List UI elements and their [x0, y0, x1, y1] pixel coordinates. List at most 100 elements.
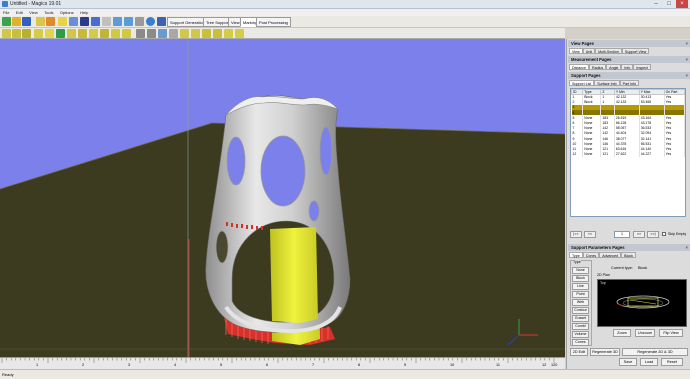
flip-view-button[interactable]: Flip View — [659, 329, 683, 337]
type-volume-button[interactable]: Volume — [572, 331, 589, 338]
tab-type[interactable]: Type — [569, 252, 583, 258]
support-tool-icon[interactable] — [158, 29, 167, 38]
2d-edit-button[interactable]: 2D Edit — [570, 348, 588, 356]
tab-cones[interactable]: Cones — [582, 252, 600, 258]
tab-surface-info[interactable]: Surface Info — [594, 80, 620, 86]
measure-icon[interactable] — [135, 17, 144, 26]
help-icon[interactable] — [146, 17, 155, 26]
type-cones-button[interactable]: Cones — [572, 339, 589, 346]
menu-view[interactable]: View — [29, 9, 38, 16]
support-tool-icon[interactable] — [89, 29, 98, 38]
menu-file[interactable]: File — [3, 9, 9, 16]
zoom-icon[interactable] — [102, 17, 111, 26]
support-tool-icon[interactable] — [22, 29, 31, 38]
last-page-button[interactable]: >>| — [647, 231, 659, 238]
tab-advanced[interactable]: Advanced — [599, 252, 622, 258]
zoom-out-icon[interactable] — [124, 17, 133, 26]
tab-view-pages-support-view[interactable]: Support View — [621, 48, 650, 54]
type-line-button[interactable]: Line — [572, 283, 589, 290]
regenerate-2d-3d-button[interactable]: Regenerate 2D & 3D — [622, 348, 688, 356]
support-tool-icon[interactable] — [34, 29, 43, 38]
tab-support-list[interactable]: Support List — [569, 80, 595, 86]
support-tool-icon[interactable] — [235, 29, 244, 38]
zoom-in-icon[interactable] — [113, 17, 122, 26]
view-pages-header[interactable]: View Pages × — [568, 40, 690, 47]
type-block-button[interactable]: Block — [572, 275, 589, 282]
close-icon[interactable]: × — [686, 40, 688, 47]
type-combi-button[interactable]: Combi — [572, 323, 589, 330]
close-button[interactable]: × — [676, 0, 688, 8]
skip-empty-checkbox[interactable] — [662, 232, 666, 236]
tab-support-generation[interactable]: Support Generation — [167, 17, 208, 27]
undo-icon[interactable] — [58, 17, 67, 26]
type-contour-button[interactable]: Contour — [572, 307, 589, 314]
support-tool-icon[interactable] — [136, 29, 145, 38]
view-icon[interactable] — [157, 17, 166, 26]
load-button[interactable]: Load — [640, 358, 658, 366]
tab-distance[interactable]: Distance — [569, 64, 589, 70]
close-icon[interactable]: × — [686, 72, 688, 79]
support-tool-icon[interactable] — [2, 29, 11, 38]
3d-viewport[interactable] — [0, 39, 565, 357]
menu-edit[interactable]: Edit — [16, 9, 23, 16]
new-file-icon[interactable] — [2, 17, 11, 26]
menu-tools[interactable]: Tools — [44, 9, 53, 16]
tab-radius[interactable]: Radius — [588, 64, 607, 70]
tab-inspect[interactable]: Inspect — [633, 64, 651, 70]
support-tool-icon[interactable] — [67, 29, 76, 38]
support-tool-icon[interactable] — [78, 29, 87, 38]
support-tool-icon[interactable] — [111, 29, 120, 38]
maximize-button[interactable]: □ — [663, 0, 675, 8]
support-tool-icon[interactable] — [122, 29, 131, 38]
export-icon[interactable] — [46, 17, 55, 26]
support-tool-icon[interactable] — [12, 29, 21, 38]
support-tool-icon[interactable] — [224, 29, 233, 38]
type-point-button[interactable]: Point — [572, 291, 589, 298]
support-list-table[interactable]: ID Type Z Y Min Y Max On Part 1 Block 1 42.132 30… — [570, 88, 686, 217]
2d-plan-preview[interactable]: Top — [597, 279, 687, 327]
support-tool-icon[interactable] — [56, 29, 65, 38]
close-icon[interactable]: × — [686, 244, 688, 251]
reset-button[interactable]: Reset — [661, 358, 683, 366]
rotate-view-icon[interactable] — [80, 17, 89, 26]
support-pages-header[interactable]: Support Pages × — [568, 72, 690, 79]
first-page-button[interactable]: |<< — [570, 231, 582, 238]
page-input[interactable]: 1 — [614, 231, 630, 238]
close-icon[interactable]: × — [686, 56, 688, 63]
table-row[interactable]: 12 None 121 27.622 44.227 Yes — [571, 151, 685, 157]
type-web-button[interactable]: Web — [572, 299, 589, 306]
minimize-button[interactable]: – — [650, 0, 662, 8]
tab-info[interactable]: Info — [621, 64, 634, 70]
open-file-icon[interactable] — [12, 17, 21, 26]
import-icon[interactable] — [36, 17, 45, 26]
support-tool-icon[interactable] — [45, 29, 54, 38]
type-gusset-button[interactable]: Gusset — [572, 315, 589, 322]
tab-post-processing[interactable]: Post Processing — [256, 17, 291, 27]
support-tool-icon[interactable] — [147, 29, 156, 38]
tab-view-pages-unit[interactable]: Unit — [582, 48, 596, 54]
save-button[interactable]: Save — [619, 358, 637, 366]
unzoom-button[interactable]: Unzoom — [635, 329, 655, 337]
select-icon[interactable] — [69, 17, 78, 26]
support-tool-icon[interactable] — [202, 29, 211, 38]
menu-options[interactable]: Options — [60, 9, 74, 16]
type-none-button[interactable]: None — [572, 267, 589, 274]
support-tool-icon[interactable] — [169, 29, 178, 38]
tab-part-info[interactable]: Part Info — [619, 80, 640, 86]
regenerate-3d-button[interactable]: Regenerate 3D — [590, 348, 620, 356]
tab-block[interactable]: Block — [621, 252, 636, 258]
prev-page-button[interactable]: << — [584, 231, 596, 238]
support-tool-icon[interactable] — [213, 29, 222, 38]
zoom-button[interactable]: Zoom — [613, 329, 631, 337]
next-page-button[interactable]: >> — [633, 231, 645, 238]
save-icon[interactable] — [22, 17, 31, 26]
support-tool-icon[interactable] — [191, 29, 200, 38]
measurement-pages-header[interactable]: Measurement Pages × — [568, 56, 690, 63]
support-tool-icon[interactable] — [100, 29, 109, 38]
support-tool-icon[interactable] — [180, 29, 189, 38]
tab-angle[interactable]: Angle — [606, 64, 622, 70]
pan-icon[interactable] — [91, 17, 100, 26]
tab-view-pages-view[interactable]: View — [569, 48, 583, 54]
tab-view-pages-multi-section[interactable]: Multi-Section — [595, 48, 622, 54]
menu-help[interactable]: Help — [80, 9, 88, 16]
